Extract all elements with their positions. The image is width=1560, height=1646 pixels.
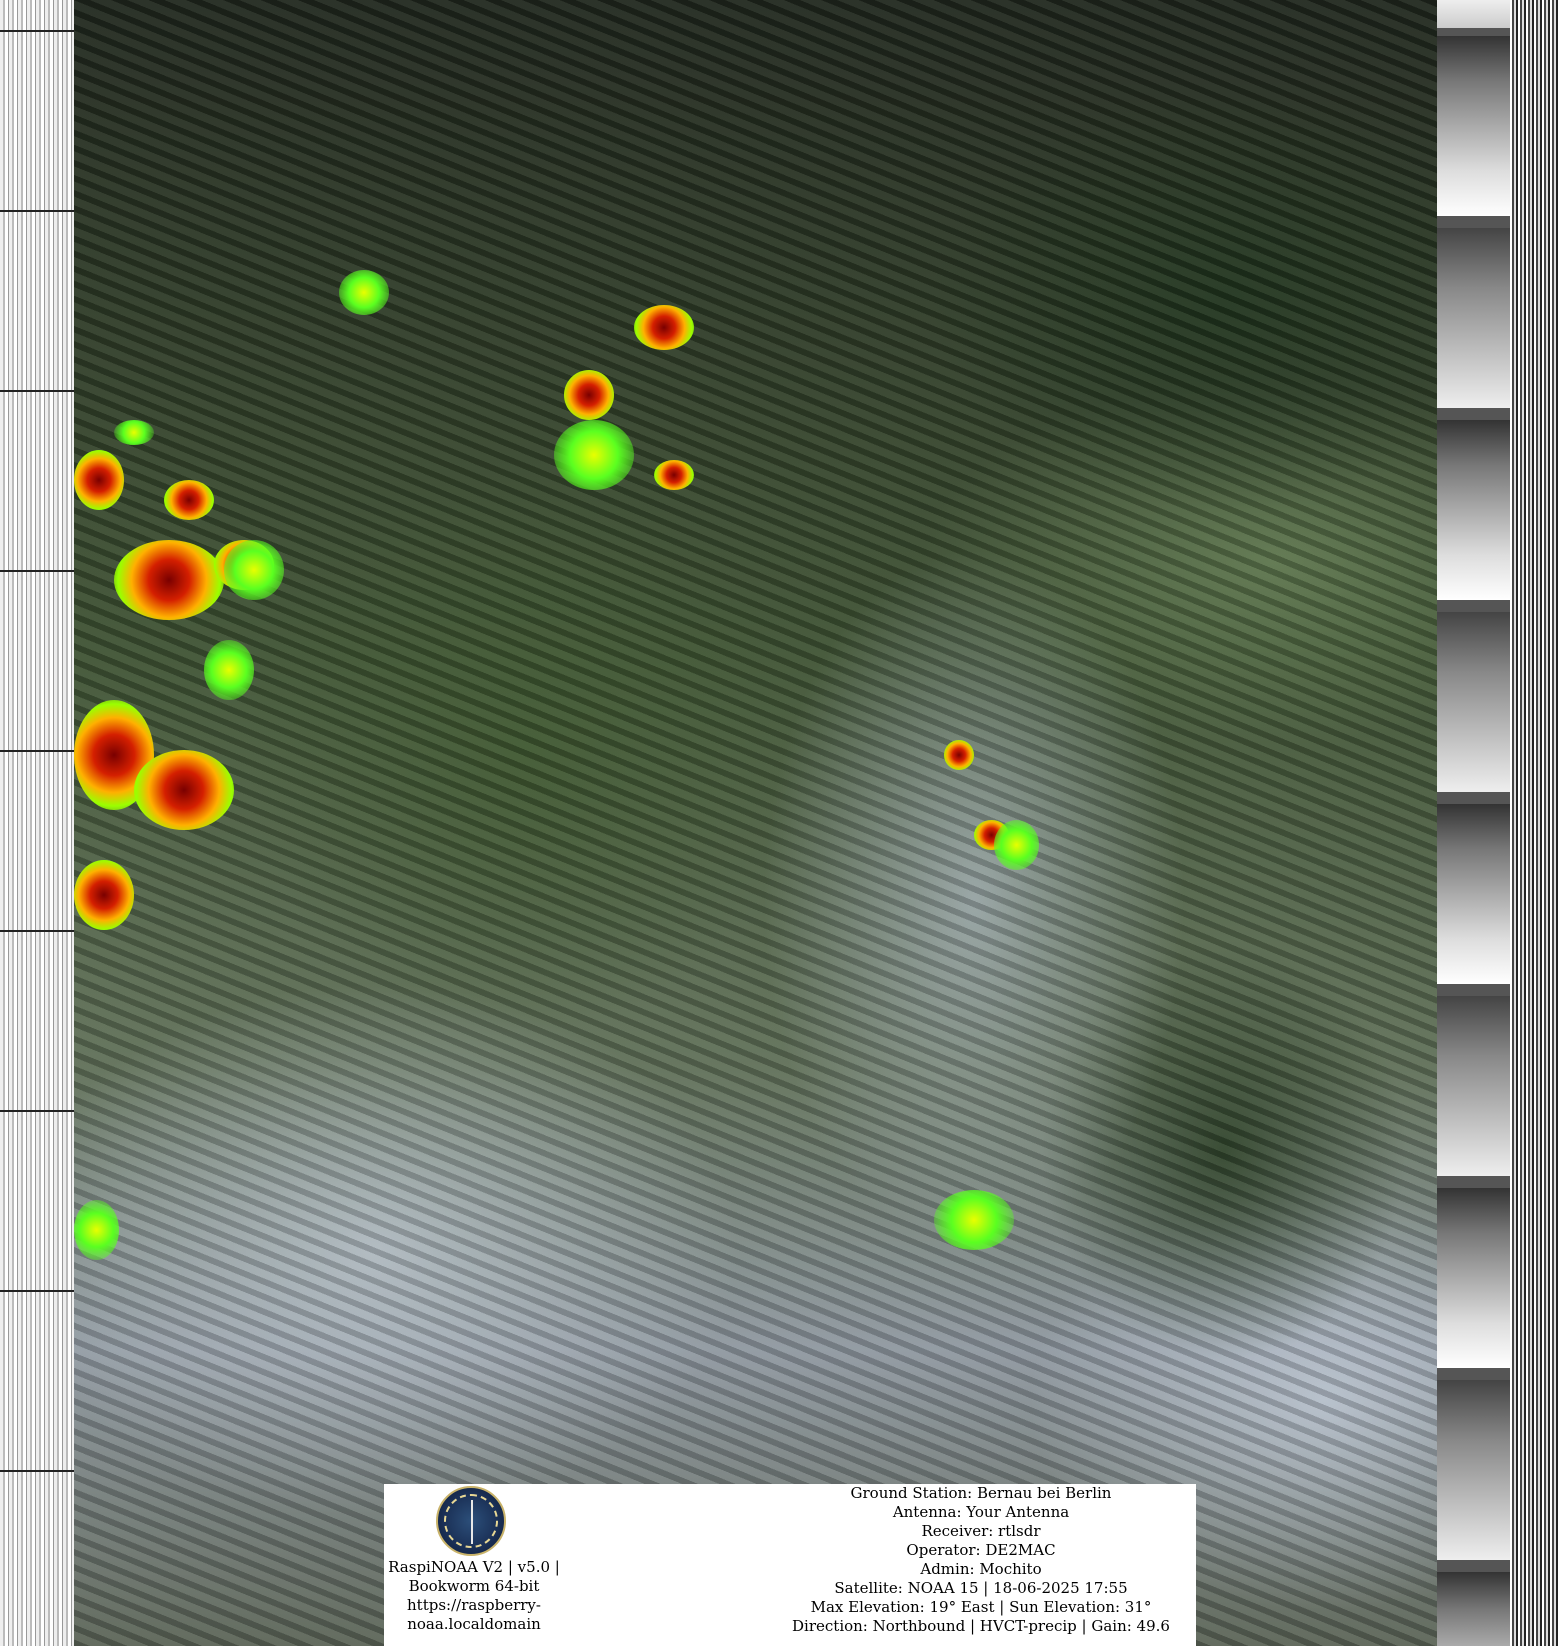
operator: Operator: DE2MAC xyxy=(906,1541,1056,1559)
sync-strip-left xyxy=(0,0,74,1646)
satellite-image-frame: RaspiNOAA V2 | v5.0 | Bookworm 64-bit ht… xyxy=(0,0,1560,1646)
station-info: Ground Station: Bernau bei Berlin Antenn… xyxy=(776,1484,1186,1636)
receiver: Receiver: rtlsdr xyxy=(921,1522,1041,1540)
direction-info: Direction: Northbound | HVCT-precip | Ga… xyxy=(792,1617,1170,1635)
os-version: Bookworm 64-bit xyxy=(408,1577,540,1595)
station-logo-icon xyxy=(436,1486,506,1556)
sync-strip-right xyxy=(1510,0,1560,1646)
telemetry-strip xyxy=(1437,0,1510,1646)
url-part1: https://raspberry- xyxy=(407,1596,541,1614)
software-version: RaspiNOAA V2 | v5.0 | xyxy=(388,1558,560,1576)
elevation-info: Max Elevation: 19° East | Sun Elevation:… xyxy=(810,1598,1152,1616)
info-annotation-box: RaspiNOAA V2 | v5.0 | Bookworm 64-bit ht… xyxy=(384,1484,1196,1646)
ground-station: Ground Station: Bernau bei Berlin xyxy=(850,1484,1112,1502)
admin: Admin: Mochito xyxy=(920,1560,1042,1578)
antenna: Antenna: Your Antenna xyxy=(892,1503,1070,1521)
url-part2: noaa.localdomain xyxy=(407,1615,541,1633)
satellite-pass: Satellite: NOAA 15 | 18-06-2025 17:55 xyxy=(834,1579,1128,1597)
satellite-image xyxy=(74,0,1437,1646)
software-info: RaspiNOAA V2 | v5.0 | Bookworm 64-bit ht… xyxy=(384,1558,564,1634)
